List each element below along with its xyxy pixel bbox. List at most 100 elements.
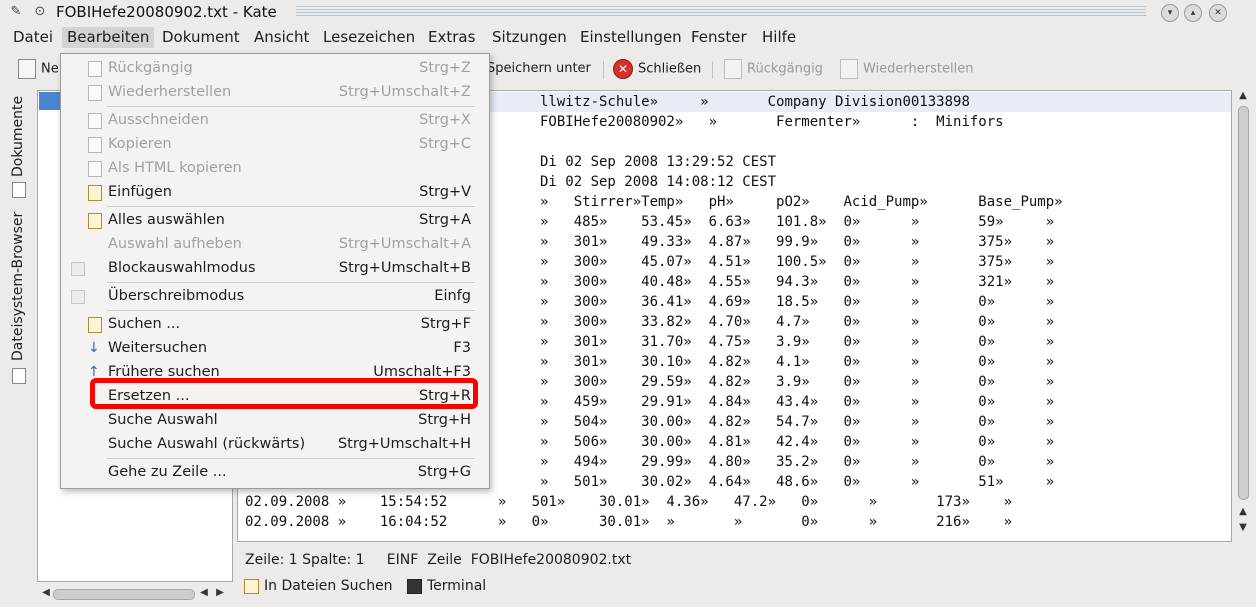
- menu-item-label: Kopieren: [108, 136, 172, 152]
- menu-item-label: Weitersuchen: [108, 340, 208, 356]
- menu-item-select-all[interactable]: Alles auswählen Strg+A: [61, 208, 489, 232]
- new-button[interactable]: Ne: [18, 59, 59, 79]
- menu-dokument[interactable]: Dokument: [157, 27, 245, 48]
- menu-separator: [107, 206, 475, 207]
- find-icon: [88, 317, 102, 333]
- menu-item-label: Auswahl aufheben: [108, 236, 242, 252]
- checkbox-icon[interactable]: [71, 290, 85, 304]
- window-title: FOBIHefe20080902.txt - Kate: [56, 3, 277, 21]
- maximize-icon[interactable]: ▴: [1184, 4, 1202, 22]
- search-in-files-button[interactable]: In Dateien Suchen: [244, 578, 393, 594]
- scroll-up-icon[interactable]: ▲: [1234, 90, 1252, 101]
- cut-icon: [88, 113, 102, 129]
- close-button[interactable]: ✕ Schließen: [613, 59, 701, 79]
- menu-item-shortcut: Strg+Umschalt+Z: [338, 84, 471, 100]
- filesystem-tab-icon: [12, 368, 26, 384]
- menu-einstellungen[interactable]: Einstellungen: [575, 27, 687, 48]
- menu-item-shortcut: Strg+X: [419, 112, 471, 128]
- menu-item-label: Rückgängig: [108, 60, 193, 76]
- menu-item-shortcut: F3: [453, 340, 471, 356]
- title-bar: ✎ ⊙ FOBIHefe20080902.txt - Kate ▾ ▴ ✕: [0, 0, 1256, 25]
- redo-label: Wiederherstellen: [863, 61, 974, 77]
- tab-filesystem-browser[interactable]: Dateisystem-Browser: [10, 206, 28, 366]
- menu-item-cut[interactable]: Ausschneiden Strg+X: [61, 108, 489, 132]
- toolbar-separator: [603, 61, 604, 79]
- minimize-icon[interactable]: ▾: [1161, 4, 1179, 22]
- menu-sitzungen[interactable]: Sitzungen: [487, 27, 572, 48]
- menu-lesezeichen[interactable]: Lesezeichen: [318, 27, 420, 48]
- arrow-down-icon: ↓: [88, 340, 100, 356]
- close-icon: ✕: [613, 59, 633, 79]
- menu-separator: [107, 106, 475, 107]
- edit-menu: Rückgängig Strg+Z Wiederherstellen Strg+…: [60, 53, 490, 489]
- title-decoration: [296, 6, 1146, 18]
- undo-icon: [724, 59, 742, 79]
- menu-item-undo[interactable]: Rückgängig Strg+Z: [61, 56, 489, 80]
- undo-button[interactable]: Rückgängig: [724, 59, 823, 79]
- menu-item-shortcut: Strg+Umschalt+H: [337, 436, 471, 452]
- menu-item-find-selected-backwards[interactable]: Suche Auswahl (rückwärts) Strg+Umschalt+…: [61, 432, 489, 456]
- menu-item-shortcut: Strg+H: [418, 412, 471, 428]
- menu-item-label: Einfügen: [108, 184, 172, 200]
- menu-item-find[interactable]: Suchen ... Strg+F: [61, 312, 489, 336]
- save-as-button[interactable]: Speichern unter: [487, 59, 591, 79]
- undo-icon: [88, 61, 102, 77]
- menu-item-find-next[interactable]: ↓ Weitersuchen F3: [61, 336, 489, 360]
- terminal-icon: [407, 578, 422, 594]
- menu-datei[interactable]: Datei: [8, 27, 58, 48]
- menu-item-label: Suchen ...: [108, 316, 181, 332]
- menu-extras[interactable]: Extras: [423, 27, 480, 48]
- menu-item-goto-line[interactable]: Gehe zu Zeile ... Strg+G: [61, 460, 489, 484]
- scroll-down-icon[interactable]: ▼: [1234, 522, 1252, 533]
- menu-item-label: Suche Auswahl (rückwärts): [108, 436, 306, 452]
- menu-item-shortcut: Einfg: [434, 288, 471, 304]
- paste-icon: [88, 185, 102, 201]
- redo-icon: [840, 59, 858, 79]
- menu-separator: [107, 282, 475, 283]
- window-menu-icon[interactable]: ⊙: [32, 4, 48, 20]
- menu-item-label: Gehe zu Zeile ...: [108, 464, 227, 480]
- menu-item-shortcut: Strg+A: [419, 212, 471, 228]
- scrollbar-thumb[interactable]: [53, 589, 195, 600]
- menu-item-deselect[interactable]: Auswahl aufheben Strg+Umschalt+A: [61, 232, 489, 256]
- save-as-label: Speichern unter: [487, 61, 591, 76]
- menu-ansicht[interactable]: Ansicht: [249, 27, 314, 48]
- scroll-right-icon[interactable]: ▶: [211, 587, 229, 598]
- replace-highlight-box: [90, 378, 478, 409]
- close-label: Schließen: [638, 61, 702, 77]
- scroll-up-icon[interactable]: ▲: [1234, 506, 1252, 517]
- menu-separator: [107, 310, 475, 311]
- menu-item-copy[interactable]: Kopieren Strg+C: [61, 132, 489, 156]
- copy-icon: [88, 137, 102, 153]
- menu-item-label: Als HTML kopieren: [108, 160, 242, 176]
- close-window-icon[interactable]: ✕: [1209, 4, 1227, 22]
- select-all-icon: [88, 213, 102, 229]
- menu-item-overwrite-mode[interactable]: Überschreibmodus Einfg: [61, 284, 489, 308]
- menu-hilfe[interactable]: Hilfe: [757, 27, 801, 48]
- kate-app-icon[interactable]: ✎: [8, 4, 24, 20]
- menu-fenster[interactable]: Fenster: [686, 27, 752, 48]
- menu-bar: Datei Bearbeiten Dokument Ansicht Leseze…: [0, 25, 1256, 49]
- menu-item-block-selection[interactable]: Blockauswahlmodus Strg+Umschalt+B: [61, 256, 489, 280]
- menu-item-shortcut: Strg+F: [420, 316, 471, 332]
- editor-line[interactable]: 02.09.2008 » 15:54:52 » 501» 30.01» 4.36…: [245, 492, 1012, 512]
- terminal-button[interactable]: Terminal: [407, 578, 486, 594]
- menu-item-find-selected[interactable]: Suche Auswahl Strg+H: [61, 408, 489, 432]
- menu-item-paste[interactable]: Einfügen Strg+V: [61, 180, 489, 204]
- undo-label: Rückgängig: [747, 61, 823, 77]
- tab-documents[interactable]: Dokumente: [10, 92, 28, 180]
- editor-line[interactable]: 02.09.2008 » 16:04:52 » 0» 30.01» » » 0»…: [245, 512, 1012, 532]
- scrollbar-thumb[interactable]: [1238, 106, 1249, 500]
- search-in-files-label: In Dateien Suchen: [264, 578, 393, 594]
- menu-bearbeiten[interactable]: Bearbeiten: [62, 27, 155, 48]
- document-list-scrollbar[interactable]: ◀ ◀ ▶: [37, 586, 231, 602]
- menu-item-label: Alles auswählen: [108, 212, 225, 228]
- menu-item-redo[interactable]: Wiederherstellen Strg+Umschalt+Z: [61, 80, 489, 104]
- menu-item-copy-as-html[interactable]: Als HTML kopieren: [61, 156, 489, 180]
- menu-item-shortcut: Strg+Umschalt+B: [338, 260, 471, 276]
- checkbox-icon[interactable]: [71, 262, 85, 276]
- menu-item-label: Suche Auswahl: [108, 412, 218, 428]
- redo-button[interactable]: Wiederherstellen: [840, 59, 973, 79]
- menu-item-label: Ausschneiden: [108, 112, 209, 128]
- editor-scrollbar[interactable]: ▲ ▲ ▼: [1234, 90, 1252, 542]
